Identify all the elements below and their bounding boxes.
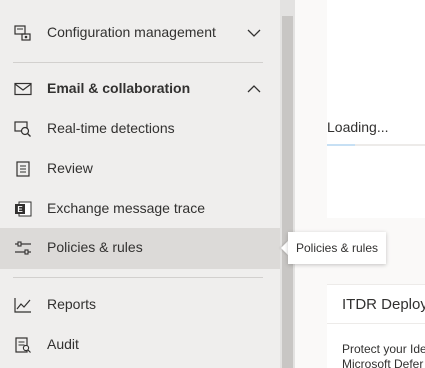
sidebar-item-review[interactable]: Review (0, 149, 280, 189)
sidebar-item-label: Policies & rules (47, 239, 143, 255)
card-title: ITDR Deploym (342, 296, 425, 313)
sidebar-item-real-time-detections[interactable]: Real-time detections (0, 109, 280, 149)
loading-text: Loading... (327, 119, 389, 135)
card-divider (327, 323, 425, 324)
sidebar-item-label: Real-time detections (47, 120, 175, 136)
policies-icon (14, 240, 32, 256)
sidebar-scrollbar[interactable] (280, 0, 295, 368)
loading-progress-bar (327, 144, 425, 146)
sidebar-item-label: Review (47, 160, 93, 176)
sidebar-item-label: Exchange message trace (47, 200, 205, 216)
sidebar-item-policies-rules[interactable]: Policies & rules (0, 228, 280, 269)
review-icon (14, 161, 32, 177)
sidebar-item-configuration-management[interactable]: Configuration management (0, 13, 280, 53)
sidebar-divider (13, 277, 263, 278)
card-body-line: Protect your Ide (342, 342, 425, 356)
svg-text:E: E (17, 205, 23, 214)
reports-icon (14, 297, 32, 313)
sidebar-divider (13, 62, 263, 63)
loading-panel (327, 0, 425, 218)
chevron-up-icon[interactable] (246, 83, 262, 95)
sidebar-item-label: Reports (47, 296, 97, 312)
sidebar-item-exchange-message-trace[interactable]: E Exchange message trace (0, 189, 280, 229)
loading-progress-fill (327, 144, 355, 146)
chevron-down-icon[interactable] (246, 27, 262, 39)
sidebar-item-email-collaboration[interactable]: Email & collaboration (0, 69, 280, 109)
detections-icon (14, 121, 32, 137)
sidebar-item-label: Configuration management (47, 24, 216, 40)
exchange-icon: E (14, 201, 32, 217)
card-body-line: Microsoft Defer (342, 357, 424, 368)
sidebar-item-label: Audit (47, 336, 79, 352)
sidebar-nav: Configuration management Email & collabo… (0, 0, 280, 368)
tooltip: Policies & rules (288, 232, 386, 264)
sidebar-item-label: Email & collaboration (47, 80, 191, 96)
scrollbar-thumb[interactable] (282, 16, 293, 368)
card-body: Protect your Ide Microsoft Defer (342, 342, 425, 368)
audit-icon (14, 337, 32, 353)
sidebar-item-audit[interactable]: Audit (0, 325, 280, 365)
sidebar-item-reports[interactable]: Reports (0, 285, 280, 325)
tooltip-text: Policies & rules (295, 241, 379, 255)
itdr-card[interactable]: ITDR Deploym Protect your Ide Microsoft … (327, 284, 425, 368)
email-icon (14, 81, 32, 97)
configuration-icon (14, 25, 32, 41)
